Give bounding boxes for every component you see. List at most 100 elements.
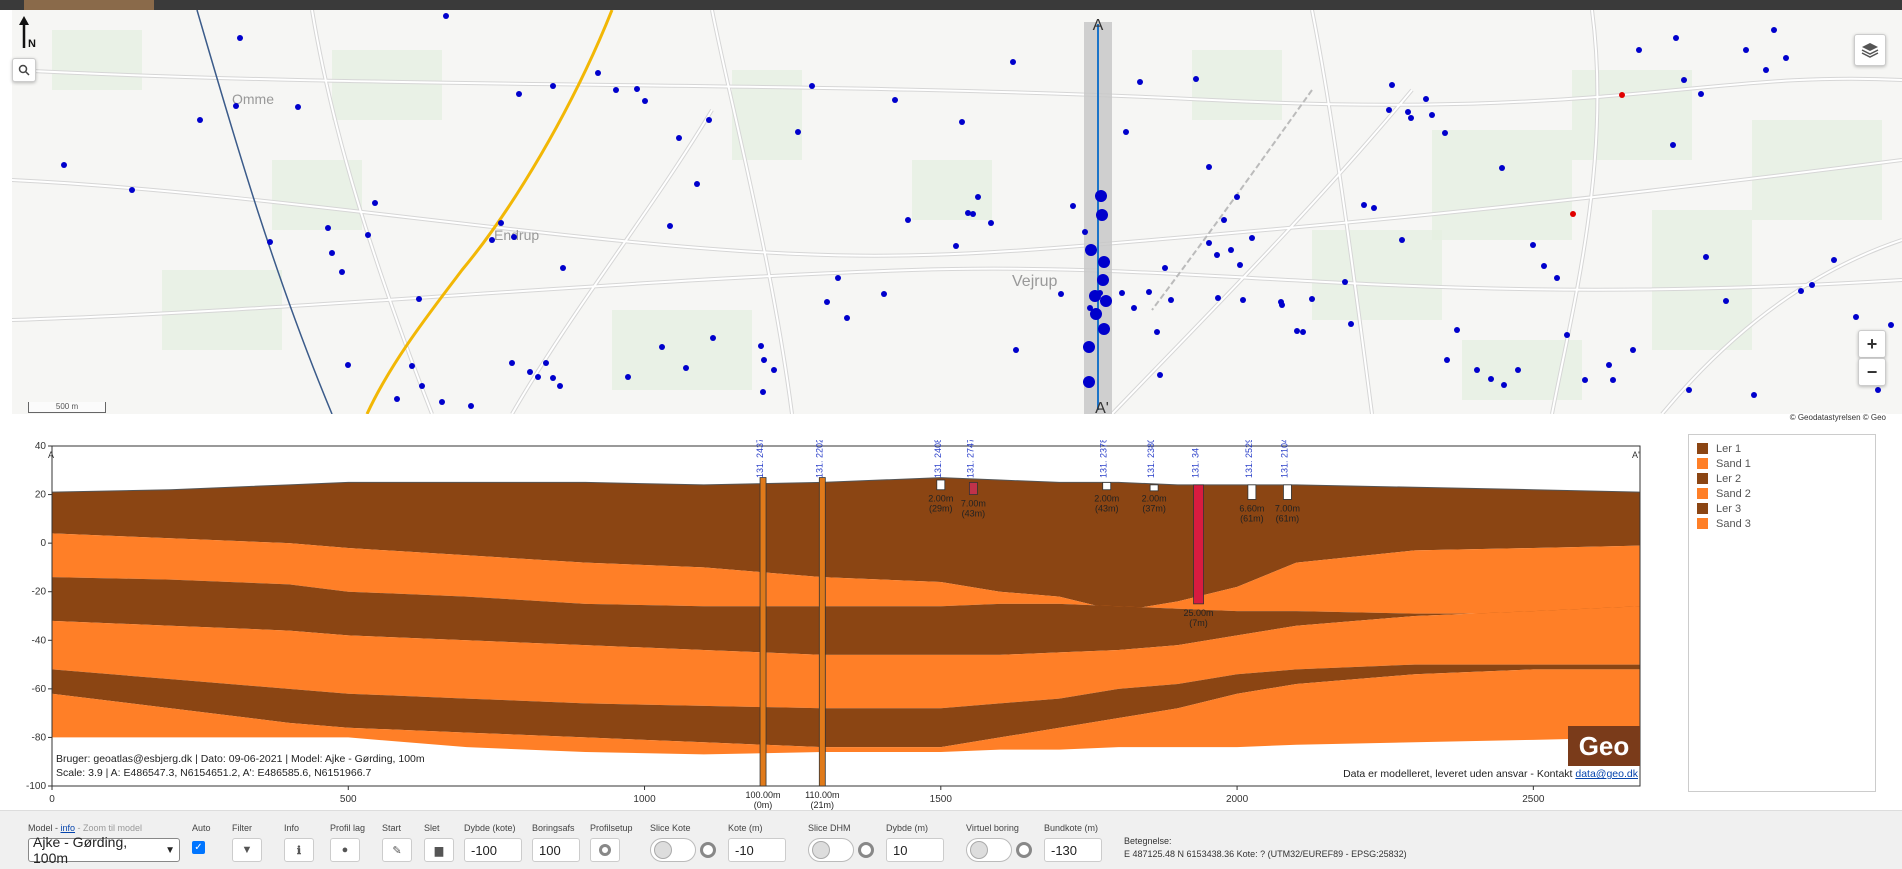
borehole-dot[interactable] (61, 162, 67, 168)
borehole-dot[interactable] (795, 129, 801, 135)
borehole-dot[interactable] (1610, 377, 1616, 383)
borehole-dot[interactable] (329, 250, 335, 256)
info-button[interactable]: ℹ (284, 838, 314, 862)
borehole-dot[interactable] (1240, 297, 1246, 303)
red-marker[interactable] (1619, 92, 1625, 98)
borehole-dot[interactable] (1371, 205, 1377, 211)
borehole-dot[interactable] (892, 97, 898, 103)
borehole-dot[interactable] (237, 35, 243, 41)
borehole-dot[interactable] (1515, 367, 1521, 373)
borehole-dot[interactable] (1670, 142, 1676, 148)
borehole-dot[interactable] (498, 220, 504, 226)
borehole-id-label[interactable]: 131. 2380 (1146, 438, 1156, 478)
borehole-dot[interactable] (706, 117, 712, 123)
borehole-dot[interactable] (1488, 376, 1494, 382)
borehole-id-label[interactable]: 131. 2437 (755, 438, 765, 478)
borehole-dot[interactable] (1168, 297, 1174, 303)
borehole-dot[interactable] (1193, 76, 1199, 82)
map-search-button[interactable] (12, 58, 36, 82)
borehole-dot-selected[interactable] (1083, 341, 1095, 353)
borehole-id-label[interactable]: 131. 2747 (965, 438, 975, 478)
borehole-dot[interactable] (535, 374, 541, 380)
borehole-dot[interactable] (1405, 109, 1411, 115)
borehole-dot[interactable] (1853, 314, 1859, 320)
borehole-dot[interactable] (1386, 107, 1392, 113)
borehole-column[interactable] (936, 479, 946, 491)
borehole-dot[interactable] (1123, 129, 1129, 135)
borehole-dot[interactable] (975, 194, 981, 200)
borehole-dot[interactable] (988, 220, 994, 226)
borehole-dot[interactable] (809, 83, 815, 89)
borehole-dot[interactable] (1294, 328, 1300, 334)
borehole-dot[interactable] (881, 291, 887, 297)
borehole-id-label[interactable]: 131. 2104 (1279, 438, 1289, 478)
borehole-dot[interactable] (1743, 47, 1749, 53)
borehole-dot[interactable] (1686, 387, 1692, 393)
borehole-dot[interactable] (129, 187, 135, 193)
borehole-dot[interactable] (1454, 327, 1460, 333)
borehole-dot[interactable] (439, 399, 445, 405)
borehole-dot[interactable] (409, 363, 415, 369)
borehole-dot[interactable] (659, 344, 665, 350)
borehole-dot[interactable] (1444, 357, 1450, 363)
borehole-dot-selected[interactable] (1090, 308, 1102, 320)
model-select[interactable]: Ajke - Gørding, 100m ▼ (28, 834, 180, 866)
slet-button[interactable]: ▆ (424, 838, 454, 862)
borehole-id-label[interactable]: 131. 2202 (814, 438, 824, 478)
borehole-dot-selected[interactable] (1098, 256, 1110, 268)
top-bar-tab[interactable] (24, 0, 154, 10)
borehole-dot[interactable] (1606, 362, 1612, 368)
borehole-dot[interactable] (1348, 321, 1354, 327)
borehole-dot[interactable] (642, 98, 648, 104)
borehole-dot[interactable] (905, 217, 911, 223)
borehole-column[interactable] (1247, 484, 1257, 500)
borehole-dot[interactable] (965, 210, 971, 216)
borehole-dot[interactable] (1237, 262, 1243, 268)
borehole-dot[interactable] (516, 91, 522, 97)
model-info-link[interactable]: info (61, 823, 76, 833)
borehole-id-label[interactable]: 131. 2378 (1099, 438, 1109, 478)
borehole-dot[interactable] (468, 403, 474, 409)
borehole-dot[interactable] (527, 369, 533, 375)
borehole-dot[interactable] (1763, 67, 1769, 73)
dybde-kote-input[interactable]: -100 (464, 838, 522, 862)
borehole-dot[interactable] (443, 13, 449, 19)
borehole-dot[interactable] (1723, 298, 1729, 304)
borehole-dot[interactable] (1408, 115, 1414, 121)
borehole-dot[interactable] (233, 103, 239, 109)
borehole-dot[interactable] (1221, 217, 1227, 223)
borehole-dot-selected[interactable] (1089, 290, 1101, 302)
borehole-dot-selected[interactable] (1095, 190, 1107, 202)
borehole-column[interactable] (1102, 482, 1112, 491)
borehole-dot[interactable] (550, 375, 556, 381)
borehole-dot[interactable] (824, 299, 830, 305)
borehole-dot[interactable] (372, 200, 378, 206)
borehole-dot[interactable] (1279, 302, 1285, 308)
borehole-dot-selected[interactable] (1096, 209, 1108, 221)
profil-lag-button[interactable]: ● (330, 838, 360, 862)
borehole-dot[interactable] (1206, 164, 1212, 170)
red-marker[interactable] (1570, 211, 1576, 217)
borehole-dot[interactable] (419, 383, 425, 389)
borehole-dot[interactable] (1361, 202, 1367, 208)
borehole-dot[interactable] (595, 70, 601, 76)
zoom-out-button[interactable]: − (1858, 358, 1886, 386)
contact-email-link[interactable]: data@geo.dk (1575, 768, 1638, 780)
borehole-dot[interactable] (694, 181, 700, 187)
borehole-dot[interactable] (625, 374, 631, 380)
borehole-dot[interactable] (1119, 290, 1125, 296)
borehole-dot[interactable] (844, 315, 850, 321)
borehole-dot[interactable] (758, 343, 764, 349)
borehole-dot[interactable] (1162, 265, 1168, 271)
borehole-dot[interactable] (771, 367, 777, 373)
gear-icon[interactable] (700, 842, 716, 858)
borehole-dot[interactable] (1564, 332, 1570, 338)
borehole-dot-selected[interactable] (1100, 295, 1112, 307)
borehole-dot[interactable] (634, 86, 640, 92)
borehole-dot[interactable] (1673, 35, 1679, 41)
boringsafs-input[interactable]: 100 (532, 838, 580, 862)
borehole-dot[interactable] (1888, 322, 1894, 328)
borehole-dot[interactable] (267, 239, 273, 245)
model-zoom-label[interactable]: - Zoom til model (75, 823, 143, 833)
borehole-dot[interactable] (1541, 263, 1547, 269)
